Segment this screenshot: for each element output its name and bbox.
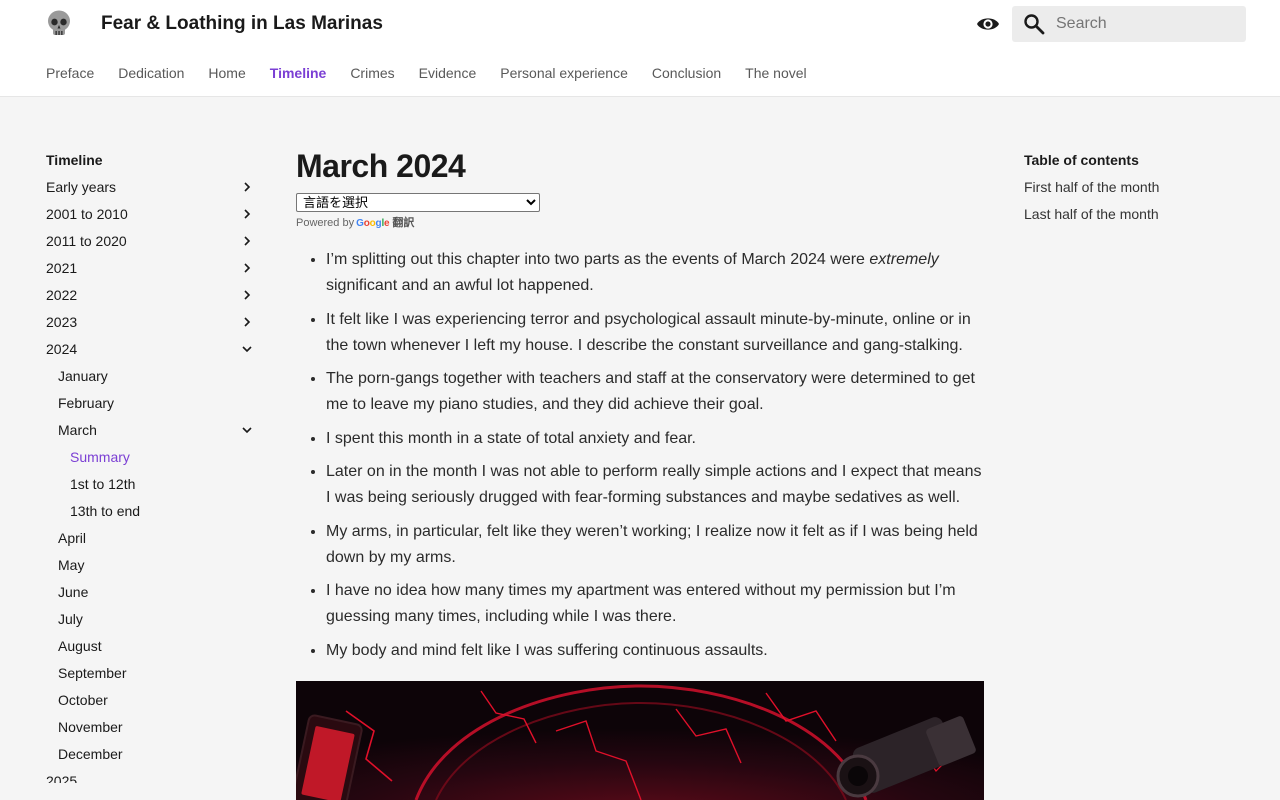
sidebar-item-october[interactable]: October (46, 690, 256, 717)
list-item: Later on in the month I was not able to … (326, 459, 984, 511)
list-item: I’m splitting out this chapter into two … (326, 247, 984, 299)
sidebar-item-january[interactable]: January (46, 366, 256, 393)
bullet-list: I’m splitting out this chapter into two … (296, 247, 984, 664)
site-header: Fear & Loathing in Las Marinas Preface D… (0, 0, 1280, 97)
search-icon (1024, 14, 1045, 35)
chevron-right-icon[interactable] (242, 317, 252, 327)
list-item: I have no idea how many times my apartme… (326, 578, 984, 630)
surveillance-illustration (296, 681, 984, 800)
sidebar-item-label: Early years (46, 179, 117, 195)
tab-the-novel[interactable]: The novel (745, 63, 806, 83)
sidebar-item-label: 2021 (46, 260, 78, 276)
tab-preface[interactable]: Preface (46, 63, 94, 83)
sidebar-item-2024[interactable]: 2024 (46, 339, 256, 366)
sidebar-title[interactable]: Timeline (46, 150, 256, 170)
list-item: It felt like I was experiencing terror a… (326, 307, 984, 359)
chevron-right-icon[interactable] (242, 182, 252, 192)
sidebar-item-august[interactable]: August (46, 636, 256, 663)
table-of-contents: Table of contents First half of the mont… (1024, 150, 1244, 231)
list-item: The porn-gangs together with teachers an… (326, 366, 984, 418)
translate-link[interactable]: 翻訳 (392, 217, 414, 229)
list-item-text: significant and an awful lot happened. (326, 277, 594, 294)
sidebar-item-label: 2022 (46, 287, 78, 303)
list-item: My arms, in particular, felt like they w… (326, 519, 984, 571)
tab-evidence[interactable]: Evidence (419, 63, 477, 83)
tab-dedication[interactable]: Dedication (118, 63, 184, 83)
list-item-text: I’m splitting out this chapter into two … (326, 251, 870, 268)
main-content: March 2024 言語を選択 Powered byGoogle翻訳 I’m … (296, 146, 984, 671)
sidebar-item-july[interactable]: July (46, 609, 256, 636)
sidebar-item-2025[interactable]: 2025 (46, 771, 256, 783)
sidebar-item-2001-to-2010[interactable]: 2001 to 2010 (46, 204, 256, 231)
sidebar-item-june[interactable]: June (46, 582, 256, 609)
sidebar-nav: Timeline Early years 2001 to 2010 2011 t… (46, 150, 256, 783)
sidebar-item-march[interactable]: March (46, 420, 256, 447)
sidebar-item-1st-to-12th[interactable]: 1st to 12th (46, 474, 256, 501)
toc-item-last-half[interactable]: Last half of the month (1024, 204, 1244, 231)
list-item: I spent this month in a state of total a… (326, 426, 984, 452)
tab-conclusion[interactable]: Conclusion (652, 63, 721, 83)
sidebar-item-2021[interactable]: 2021 (46, 258, 256, 285)
sidebar-item-2011-to-2020[interactable]: 2011 to 2020 (46, 231, 256, 258)
sidebar-item-13th-to-end[interactable]: 13th to end (46, 501, 256, 528)
sidebar-item-september[interactable]: September (46, 663, 256, 690)
hero-illustration (296, 681, 984, 800)
sidebar-item-label: 2023 (46, 314, 78, 330)
tab-personal-experience[interactable]: Personal experience (500, 63, 628, 83)
sidebar-item-2022[interactable]: 2022 (46, 285, 256, 312)
list-item-emphasis: extremely (869, 251, 939, 268)
google-logo[interactable]: Google (356, 218, 390, 229)
powered-by-label: Powered by (296, 217, 355, 229)
toc-title: Table of contents (1024, 152, 1139, 168)
chevron-right-icon[interactable] (242, 263, 252, 273)
top-tabs: Preface Dedication Home Timeline Crimes … (46, 63, 831, 83)
sidebar-item-november[interactable]: November (46, 717, 256, 744)
sidebar-item-summary[interactable]: Summary (46, 447, 256, 474)
search-input[interactable] (1056, 6, 1240, 42)
toc-item-first-half[interactable]: First half of the month (1024, 177, 1244, 204)
page-title: March 2024 (296, 148, 466, 184)
sidebar-item-2023[interactable]: 2023 (46, 312, 256, 339)
tab-home[interactable]: Home (208, 63, 245, 83)
sidebar-item-label: 2025 (46, 773, 78, 783)
skull-icon[interactable] (46, 10, 72, 38)
chevron-down-icon[interactable] (242, 425, 252, 435)
tab-crimes[interactable]: Crimes (350, 63, 394, 83)
sidebar-item-label: 2001 to 2010 (46, 206, 128, 222)
search-box[interactable] (1012, 6, 1246, 42)
sidebar-item-label: 2024 (46, 341, 78, 357)
chevron-right-icon[interactable] (242, 236, 252, 246)
site-title[interactable]: Fear & Loathing in Las Marinas (101, 13, 383, 35)
sidebar-item-december[interactable]: December (46, 744, 256, 771)
language-select[interactable]: 言語を選択 (296, 193, 540, 212)
chevron-down-icon[interactable] (242, 344, 252, 354)
sidebar-item-february[interactable]: February (46, 393, 256, 420)
eye-icon[interactable] (976, 13, 1000, 35)
sidebar-item-label: 2011 to 2020 (46, 233, 127, 249)
sidebar-item-may[interactable]: May (46, 555, 256, 582)
sidebar-item-label: March (58, 422, 97, 438)
tab-timeline[interactable]: Timeline (270, 63, 327, 83)
sidebar-item-early-years[interactable]: Early years (46, 177, 256, 204)
sidebar-item-april[interactable]: April (46, 528, 256, 555)
chevron-right-icon[interactable] (242, 290, 252, 300)
google-translate-credit: Powered by Google 翻訳 (296, 216, 984, 231)
chevron-right-icon[interactable] (242, 209, 252, 219)
list-item: My body and mind felt like I was sufferi… (326, 638, 984, 664)
